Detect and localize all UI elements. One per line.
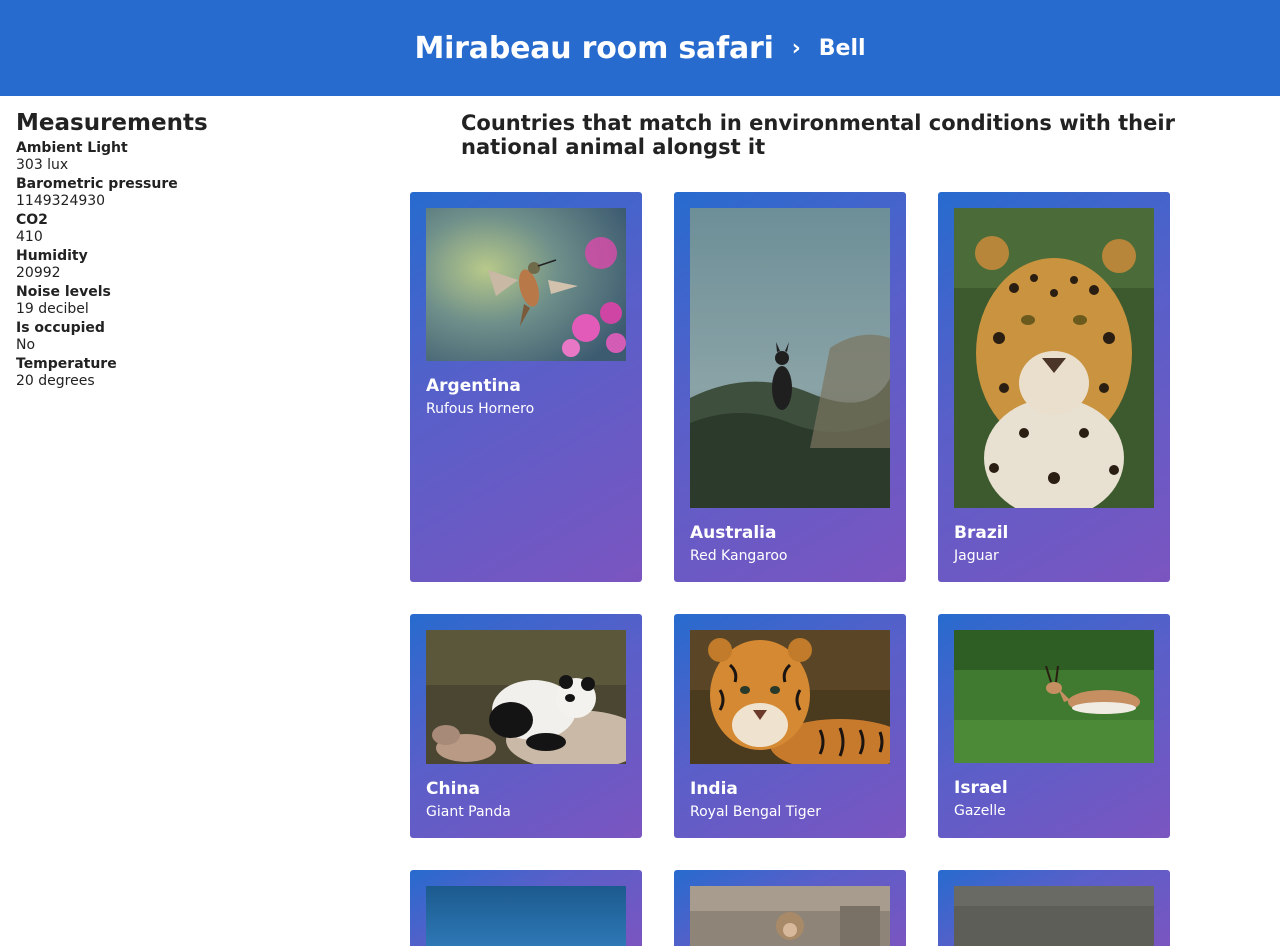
country-card-brazil[interactable]: Brazil Jaguar (938, 192, 1170, 582)
measurement-co2: CO2 410 (16, 212, 376, 246)
country-name: India (690, 779, 738, 799)
country-name: China (426, 779, 480, 799)
measurement-label: CO2 (16, 212, 48, 228)
country-card-israel[interactable]: Israel Gazelle (938, 614, 1170, 838)
measurement-label: Is occupied (16, 320, 105, 336)
measurement-noise-levels: Noise levels 19 decibel (16, 284, 376, 318)
country-name: Israel (954, 778, 1008, 798)
measurement-temperature: Temperature 20 degrees (16, 356, 376, 390)
page-heading: Countries that match in environmental co… (461, 111, 1175, 159)
animal-name: Jaguar (954, 548, 999, 564)
measurement-value: 20992 (16, 265, 61, 281)
measurement-value: No (16, 337, 36, 353)
breadcrumb-current: Bell (818, 35, 866, 61)
jaguar-photo (954, 208, 1154, 508)
measurement-label: Barometric pressure (16, 176, 178, 192)
app-title[interactable]: Mirabeau room safari (414, 31, 773, 66)
animal-name: Red Kangaroo (690, 548, 788, 564)
app-header: Mirabeau room safari › Bell (0, 0, 1280, 96)
hummingbird-photo (426, 208, 626, 361)
country-card-partial[interactable] (938, 870, 1170, 946)
tiger-photo (690, 630, 890, 764)
animal-name: Royal Bengal Tiger (690, 804, 822, 820)
country-card-india[interactable]: India Royal Bengal Tiger (674, 614, 906, 838)
grey-photo (954, 886, 1154, 946)
measurement-label: Temperature (16, 356, 117, 372)
measurement-humidity: Humidity 20992 (16, 248, 376, 282)
animal-name: Giant Panda (426, 804, 511, 820)
measurement-is-occupied: Is occupied No (16, 320, 376, 354)
country-name: Argentina (426, 376, 521, 396)
sky-photo (426, 886, 626, 946)
measurement-value: 1149324930 (16, 193, 106, 209)
country-card-partial[interactable] (410, 870, 642, 946)
measurement-ambient-light: Ambient Light 303 lux (16, 140, 376, 174)
country-card-argentina[interactable]: Argentina Rufous Hornero (410, 192, 642, 582)
country-card-australia[interactable]: Australia Red Kangaroo (674, 192, 906, 582)
breadcrumb-separator-icon: › (791, 35, 801, 61)
measurement-value: 20 degrees (16, 373, 95, 389)
country-card-partial[interactable] (674, 870, 906, 946)
country-card-china[interactable]: China Giant Panda (410, 614, 642, 838)
measurement-label: Humidity (16, 248, 88, 264)
measurement-label: Noise levels (16, 284, 111, 300)
panda-photo (426, 630, 626, 764)
country-name: Brazil (954, 523, 1009, 543)
kangaroo-photo (690, 208, 890, 508)
measurement-value: 410 (16, 229, 43, 245)
measurement-barometric-pressure: Barometric pressure 1149324930 (16, 176, 376, 210)
measurement-value: 19 decibel (16, 301, 89, 317)
animal-name: Rufous Hornero (426, 401, 535, 417)
country-name: Australia (690, 523, 777, 543)
measurement-value: 303 lux (16, 157, 69, 173)
measurements-title: Measurements (16, 110, 208, 136)
measurement-label: Ambient Light (16, 140, 128, 156)
measurements-panel: Measurements Ambient Light 303 lux Barom… (16, 110, 376, 392)
animal-name: Gazelle (954, 803, 1006, 819)
gazelle-photo (954, 630, 1154, 763)
monkey-photo (690, 886, 890, 946)
